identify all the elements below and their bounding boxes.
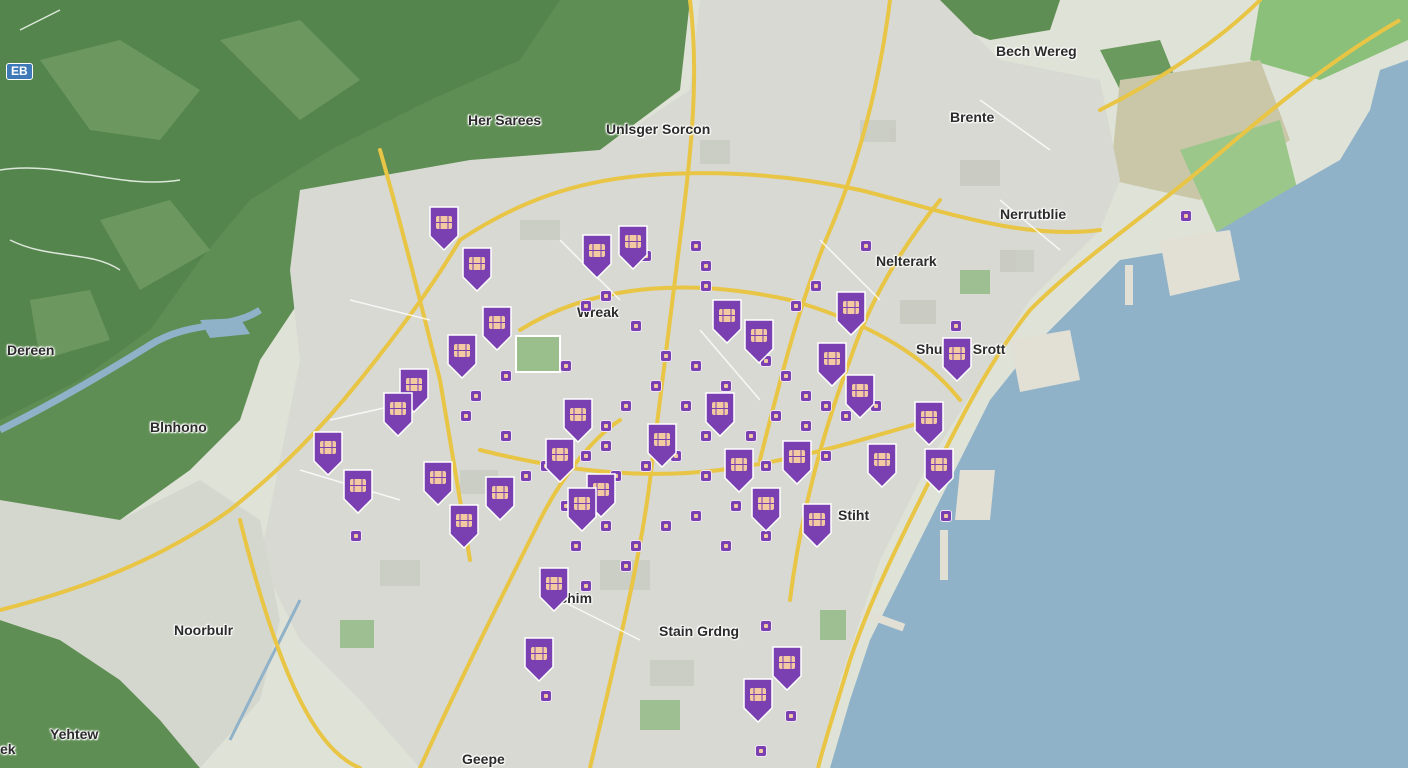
cluster-marker[interactable] (630, 540, 642, 552)
place-label-bech-wereg: Bech Wereg (996, 43, 1077, 59)
map-pin-sim-card-icon[interactable] (703, 391, 737, 437)
place-label-dereen: Dereen (7, 342, 55, 358)
place-label-nerrutblie: Nerrutblie (1000, 206, 1067, 222)
cluster-marker[interactable] (760, 460, 772, 472)
map-pin-sim-card-icon[interactable] (565, 486, 599, 532)
cluster-marker[interactable] (600, 290, 612, 302)
cluster-marker[interactable] (820, 400, 832, 412)
map-pin-sim-card-icon[interactable] (780, 439, 814, 485)
route-badge: EB (6, 63, 33, 80)
map-pin-sim-card-icon[interactable] (770, 645, 804, 691)
cluster-marker[interactable] (755, 745, 767, 757)
cluster-marker[interactable] (940, 510, 952, 522)
cluster-marker[interactable] (690, 360, 702, 372)
cluster-marker[interactable] (650, 380, 662, 392)
map-canvas[interactable]: EB Bech Wereg Her Sarees Unlsger Sorcon … (0, 0, 1408, 768)
map-pin-sim-card-icon[interactable] (800, 502, 834, 548)
cluster-marker[interactable] (600, 440, 612, 452)
place-label-ek: ek (0, 741, 16, 757)
cluster-marker[interactable] (580, 580, 592, 592)
cluster-marker[interactable] (860, 240, 872, 252)
cluster-marker[interactable] (820, 450, 832, 462)
map-pin-sim-card-icon[interactable] (922, 447, 956, 493)
cluster-marker[interactable] (690, 510, 702, 522)
map-pin-sim-card-icon[interactable] (749, 486, 783, 532)
map-pin-sim-card-icon[interactable] (645, 422, 679, 468)
map-pin-sim-card-icon[interactable] (427, 205, 461, 251)
cluster-marker[interactable] (660, 350, 672, 362)
cluster-marker[interactable] (720, 540, 732, 552)
map-pin-sim-card-icon[interactable] (483, 475, 517, 521)
cluster-marker[interactable] (580, 300, 592, 312)
cluster-marker[interactable] (770, 410, 782, 422)
map-pin-sim-card-icon[interactable] (447, 503, 481, 549)
map-pin-sim-card-icon[interactable] (421, 460, 455, 506)
cluster-marker[interactable] (700, 260, 712, 272)
map-pin-sim-card-icon[interactable] (912, 400, 946, 446)
cluster-marker[interactable] (600, 520, 612, 532)
cluster-marker[interactable] (470, 390, 482, 402)
cluster-marker[interactable] (950, 320, 962, 332)
map-pin-sim-card-icon[interactable] (742, 318, 776, 364)
map-pin-sim-card-icon[interactable] (710, 298, 744, 344)
cluster-marker[interactable] (785, 710, 797, 722)
place-label-unlsger-sorcon: Unlsger Sorcon (606, 121, 711, 137)
cluster-marker[interactable] (520, 470, 532, 482)
cluster-marker[interactable] (760, 620, 772, 632)
cluster-marker[interactable] (540, 690, 552, 702)
cluster-marker[interactable] (800, 390, 812, 402)
map-pin-sim-card-icon[interactable] (843, 373, 877, 419)
place-label-blnhono: Blnhono (150, 419, 207, 435)
cluster-marker[interactable] (700, 280, 712, 292)
map-pin-sim-card-icon[interactable] (341, 468, 375, 514)
place-label-her-sarees: Her Sarees (468, 112, 542, 128)
cluster-marker[interactable] (620, 400, 632, 412)
place-label-noorbulr: Noorbulr (174, 622, 234, 638)
cluster-marker[interactable] (600, 420, 612, 432)
map-pin-sim-card-icon[interactable] (741, 677, 775, 723)
map-pin-sim-card-icon[interactable] (537, 566, 571, 612)
cluster-marker[interactable] (660, 520, 672, 532)
cluster-marker[interactable] (680, 400, 692, 412)
place-label-brente: Brente (950, 109, 995, 125)
map-pin-sim-card-icon[interactable] (522, 636, 556, 682)
map-pin-sim-card-icon[interactable] (616, 224, 650, 270)
place-label-stain-grdng: Stain Grdng (659, 623, 740, 639)
map-pin-sim-card-icon[interactable] (480, 305, 514, 351)
cluster-marker[interactable] (460, 410, 472, 422)
place-label-yehtew: Yehtew (50, 726, 99, 742)
map-pin-sim-card-icon[interactable] (940, 336, 974, 382)
map-pin-sim-card-icon[interactable] (834, 290, 868, 336)
map-pin-sim-card-icon[interactable] (543, 437, 577, 483)
cluster-marker[interactable] (580, 450, 592, 462)
cluster-marker[interactable] (790, 300, 802, 312)
cluster-marker[interactable] (800, 420, 812, 432)
cluster-marker[interactable] (730, 500, 742, 512)
map-pin-sim-card-icon[interactable] (865, 442, 899, 488)
cluster-marker[interactable] (1180, 210, 1192, 222)
cluster-marker[interactable] (560, 360, 572, 372)
cluster-marker[interactable] (780, 370, 792, 382)
cluster-marker[interactable] (810, 280, 822, 292)
cluster-marker[interactable] (745, 430, 757, 442)
map-pin-sim-card-icon[interactable] (381, 391, 415, 437)
map-pin-sim-card-icon[interactable] (580, 233, 614, 279)
map-pin-sim-card-icon[interactable] (445, 333, 479, 379)
place-label-stiht: Stiht (838, 507, 870, 523)
cluster-marker[interactable] (500, 430, 512, 442)
cluster-marker[interactable] (570, 540, 582, 552)
place-label-nelterark: Nelterark (876, 253, 937, 269)
cluster-marker[interactable] (350, 530, 362, 542)
map-base-layer (0, 0, 1408, 768)
cluster-marker[interactable] (630, 320, 642, 332)
cluster-marker[interactable] (690, 240, 702, 252)
place-label-geepe: Geepe (462, 751, 505, 767)
cluster-marker[interactable] (700, 470, 712, 482)
cluster-marker[interactable] (620, 560, 632, 572)
map-pin-sim-card-icon[interactable] (460, 246, 494, 292)
cluster-marker[interactable] (500, 370, 512, 382)
map-pin-sim-card-icon[interactable] (311, 430, 345, 476)
